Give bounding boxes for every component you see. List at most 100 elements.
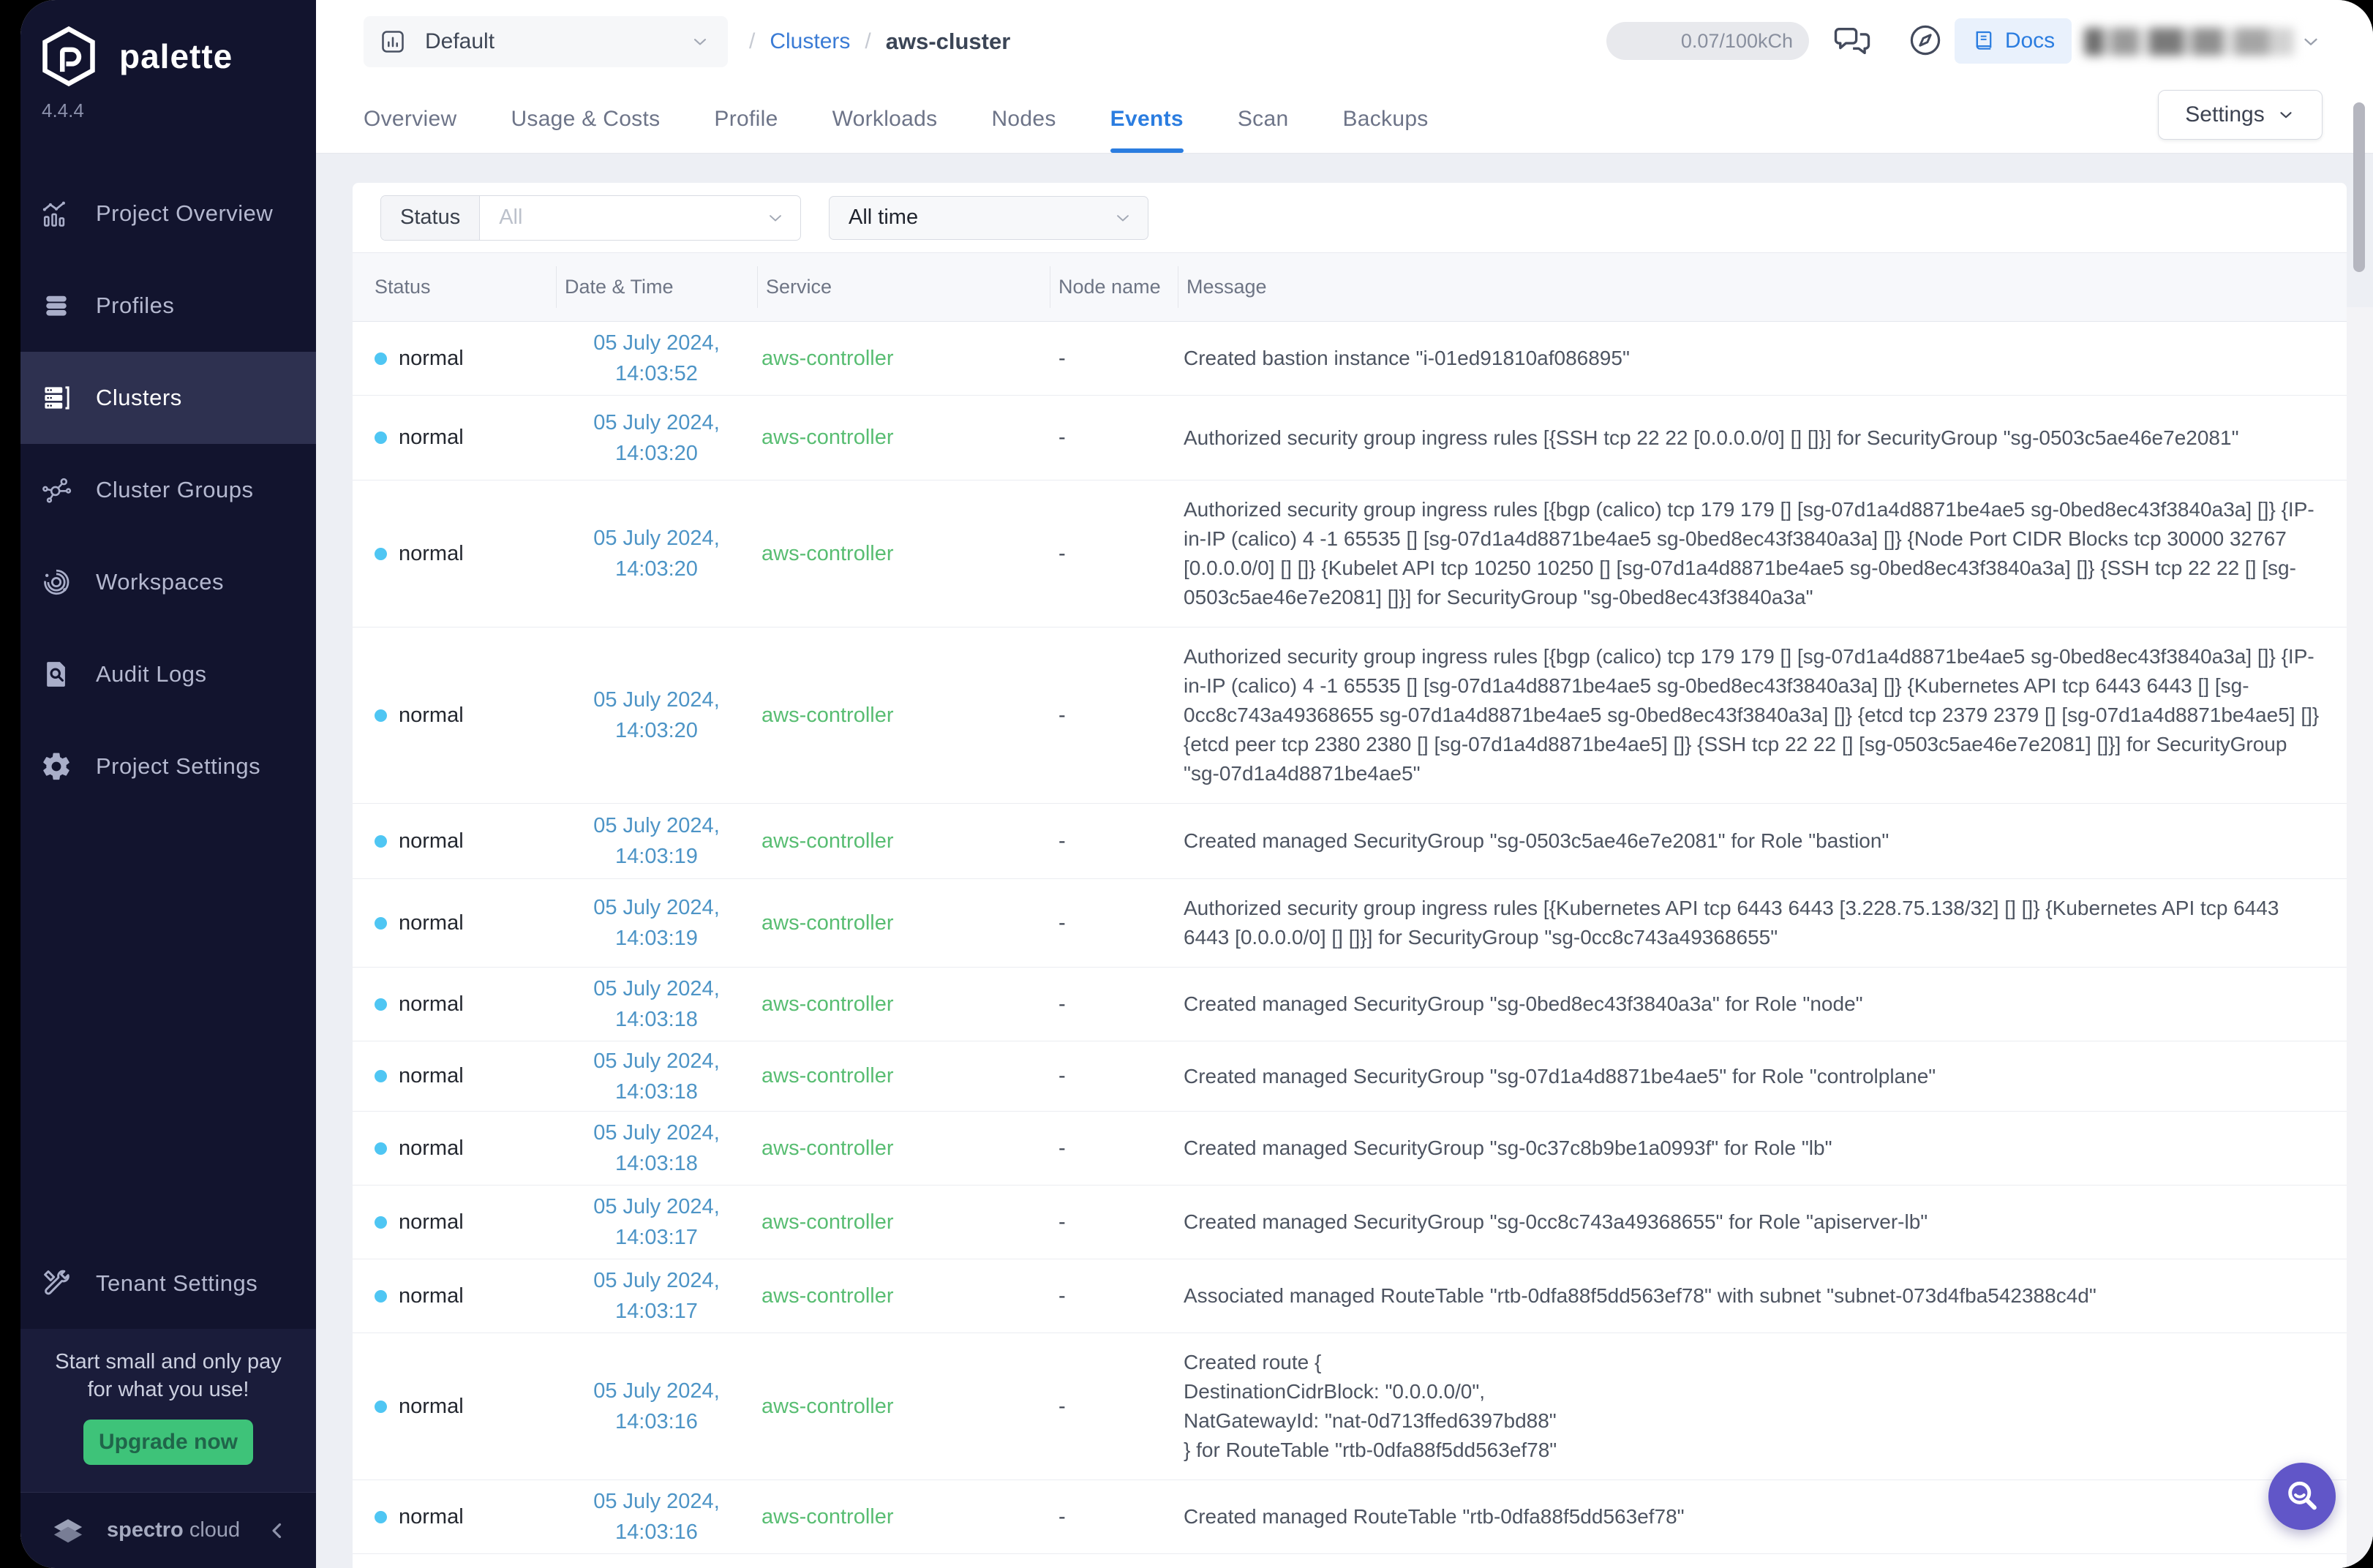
tab-backups[interactable]: Backups	[1342, 86, 1428, 153]
footer-brand: spectro cloud	[107, 1518, 265, 1542]
sidebar-item-label: Cluster Groups	[96, 477, 253, 503]
sidebar-item-clusters[interactable]: Clusters	[20, 352, 316, 444]
event-status: normal	[353, 322, 556, 395]
sidebar-item-profiles[interactable]: Profiles	[20, 260, 316, 352]
tab-scan[interactable]: Scan	[1238, 86, 1289, 153]
event-node-name: -	[1050, 1041, 1178, 1111]
settings-button-label: Settings	[2185, 102, 2264, 127]
event-node-name: -	[1050, 968, 1178, 1041]
event-row[interactable]: normal05 July 2024,14:03:16aws-controlle…	[353, 1480, 2347, 1554]
event-row[interactable]: normal05 July 2024,14:03:20aws-controlle…	[353, 480, 2347, 627]
breadcrumb-current: aws-cluster	[886, 29, 1011, 55]
tab-nodes[interactable]: Nodes	[991, 86, 1056, 153]
docs-button[interactable]: Docs	[1955, 18, 2072, 64]
project-selector[interactable]: Default	[364, 16, 728, 67]
tab-workloads[interactable]: Workloads	[832, 86, 938, 153]
upgrade-now-button[interactable]: Upgrade now	[83, 1420, 253, 1465]
tab-usage-costs[interactable]: Usage & Costs	[511, 86, 660, 153]
breadcrumb: / Clusters / aws-cluster	[749, 16, 1010, 67]
event-datetime: 05 July 2024,14:03:14	[556, 1554, 757, 1568]
status-dot-icon	[375, 709, 387, 722]
breadcrumb-link-clusters[interactable]: Clusters	[770, 29, 850, 54]
tab-profile[interactable]: Profile	[714, 86, 778, 153]
servers-icon	[40, 382, 72, 414]
event-service: aws-controller	[757, 480, 1050, 627]
sidebar-item-cluster-groups[interactable]: Cluster Groups	[20, 444, 316, 536]
event-message: Authorized security group ingress rules …	[1178, 627, 2347, 803]
compass-icon[interactable]	[1908, 23, 1943, 58]
breadcrumb-separator: /	[865, 29, 870, 54]
event-status: normal	[353, 1112, 556, 1185]
chevron-down-icon	[1113, 208, 1133, 228]
docs-button-label: Docs	[2005, 29, 2055, 53]
docs-book-icon	[1971, 29, 1996, 53]
status-dot-icon	[375, 998, 387, 1011]
user-menu[interactable]	[2084, 28, 2294, 56]
event-row[interactable]: normal05 July 2024,14:03:14aws-controlle…	[353, 1554, 2347, 1568]
event-node-name: -	[1050, 804, 1178, 878]
event-row[interactable]: normal05 July 2024,14:03:18aws-controlle…	[353, 1112, 2347, 1186]
sidebar-item-project-settings[interactable]: Project Settings	[20, 720, 316, 813]
status-dot-icon	[375, 1070, 387, 1082]
event-datetime: 05 July 2024,14:03:17	[556, 1186, 757, 1259]
event-row[interactable]: normal05 July 2024,14:03:16aws-controlle…	[353, 1333, 2347, 1480]
palette-logo-icon	[40, 25, 97, 88]
event-row[interactable]: normal05 July 2024,14:03:20aws-controlle…	[353, 396, 2347, 480]
tab-overview[interactable]: Overview	[364, 86, 456, 153]
status-dot-icon	[375, 1290, 387, 1303]
status-dot-icon	[375, 1216, 387, 1229]
version-label: 4.4.4	[42, 99, 84, 122]
event-row[interactable]: normal05 July 2024,14:03:52aws-controlle…	[353, 322, 2347, 396]
event-row[interactable]: normal05 July 2024,14:03:17aws-controlle…	[353, 1186, 2347, 1259]
event-node-name: -	[1050, 322, 1178, 395]
chat-icon[interactable]	[1832, 20, 1872, 60]
scrollbar-track[interactable]	[2347, 307, 2373, 1568]
event-row[interactable]: normal05 July 2024,14:03:18aws-controlle…	[353, 1041, 2347, 1112]
user-menu-chevron-icon[interactable]	[2300, 31, 2322, 53]
event-row[interactable]: normal05 July 2024,14:03:18aws-controlle…	[353, 968, 2347, 1041]
sidebar-item-tenant-settings[interactable]: Tenant Settings	[20, 1237, 316, 1330]
column-header-nodename: Node name	[1050, 253, 1178, 321]
column-header-status: Status	[353, 253, 556, 321]
status-filter-label: Status	[381, 196, 480, 240]
event-status: normal	[353, 1186, 556, 1259]
column-header-message: Message	[1178, 253, 2347, 321]
sidebar-item-label: Tenant Settings	[96, 1270, 257, 1297]
support-search-fab[interactable]	[2268, 1463, 2336, 1530]
event-message: Created managed SecurityGroup "sg-0503c5…	[1178, 804, 2347, 878]
event-datetime: 05 July 2024,14:03:52	[556, 322, 757, 395]
event-node-name: -	[1050, 396, 1178, 480]
event-datetime: 05 July 2024,14:03:16	[556, 1333, 757, 1480]
sidebar-item-label: Workspaces	[96, 569, 224, 595]
sidebar-item-project-overview[interactable]: Project Overview	[20, 167, 316, 260]
settings-button[interactable]: Settings	[2158, 90, 2323, 140]
sidebar-item-label: Project Settings	[96, 753, 260, 780]
event-message: Created managed RouteTable "rtb-0dfa88f5…	[1178, 1480, 2347, 1553]
status-dot-icon	[375, 353, 387, 365]
time-range-select[interactable]: All time	[829, 196, 1148, 240]
event-service: aws-controller	[757, 804, 1050, 878]
brand: palette	[40, 25, 233, 88]
event-message: Created managed RouteTable "rtb-0838203b…	[1178, 1554, 2347, 1568]
event-row[interactable]: normal05 July 2024,14:03:19aws-controlle…	[353, 879, 2347, 968]
scrollbar-thumb[interactable]	[2353, 102, 2365, 272]
event-service: aws-controller	[757, 1259, 1050, 1333]
event-message: Authorized security group ingress rules …	[1178, 879, 2347, 967]
brand-name: palette	[119, 37, 233, 76]
event-message: Created managed SecurityGroup "sg-0c37c8…	[1178, 1112, 2347, 1185]
event-row[interactable]: normal05 July 2024,14:03:17aws-controlle…	[353, 1259, 2347, 1333]
app-window: palette 4.4.4 Project OverviewProfilesCl…	[20, 0, 2373, 1568]
status-filter-select[interactable]: Status All	[380, 195, 801, 241]
tab-events[interactable]: Events	[1110, 86, 1184, 153]
status-dot-icon	[375, 548, 387, 560]
content: Default / Clusters / aws-cluster 0.07/10…	[316, 0, 2373, 1568]
layers-icon	[40, 290, 72, 322]
events-panel: Status All All time Status	[316, 154, 2373, 1568]
collapse-sidebar-icon[interactable]	[265, 1518, 290, 1543]
sidebar-item-audit-logs[interactable]: Audit Logs	[20, 628, 316, 720]
event-datetime: 05 July 2024,14:03:16	[556, 1480, 757, 1553]
event-row[interactable]: normal05 July 2024,14:03:20aws-controlle…	[353, 627, 2347, 804]
event-row[interactable]: normal05 July 2024,14:03:19aws-controlle…	[353, 804, 2347, 879]
event-node-name: -	[1050, 1333, 1178, 1480]
sidebar-item-workspaces[interactable]: Workspaces	[20, 536, 316, 628]
